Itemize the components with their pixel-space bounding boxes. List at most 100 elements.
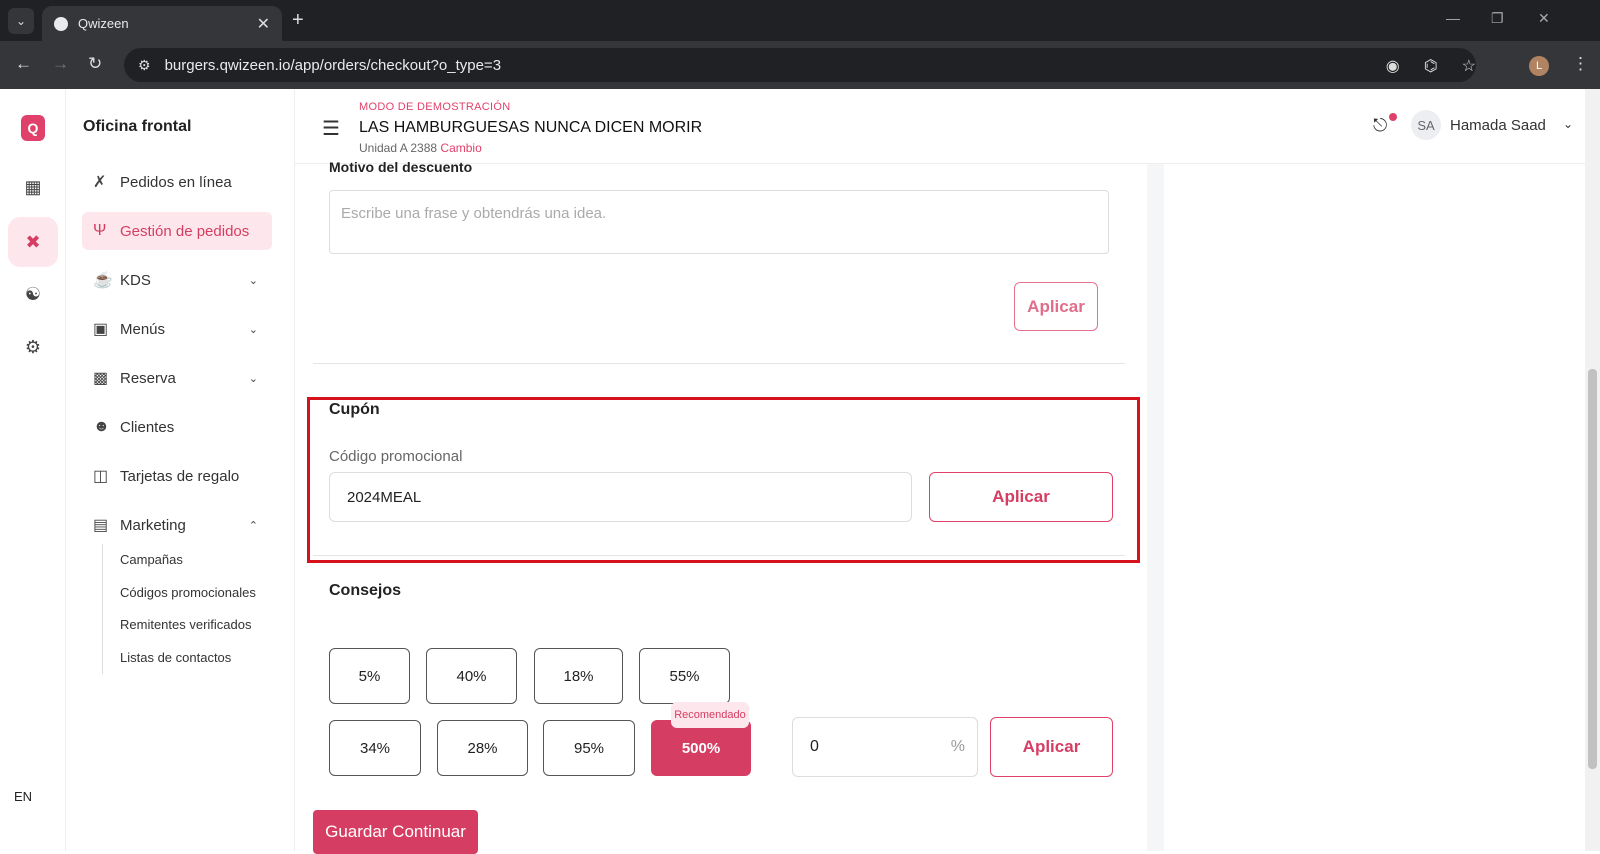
sidebar-item-online-orders[interactable]: ✗ Pedidos en línea	[82, 163, 272, 201]
demo-mode-label: MODO DE DEMOSTRACIÓN	[359, 101, 511, 113]
discount-apply-button[interactable]: Aplicar	[1014, 282, 1098, 331]
notification-badge	[1389, 113, 1397, 121]
table-icon: ▩	[93, 370, 109, 387]
sidebar-item-label: Menús	[120, 320, 166, 338]
sidebar-item-reservation[interactable]: ▩ Reserva ⌄	[82, 359, 272, 397]
sidebar: Oficina frontal ✗ Pedidos en línea Ψ Ges…	[66, 89, 295, 851]
sidebar-item-marketing[interactable]: ▤ Marketing ⌃	[82, 506, 272, 544]
chevron-down-icon[interactable]: ⌄	[1563, 117, 1573, 131]
chevron-down-icon: ⌄	[248, 323, 258, 336]
hamburger-menu-icon[interactable]: ☰	[322, 116, 340, 141]
submenu-promo-codes[interactable]: Códigos promocionales	[120, 585, 256, 600]
store-name: LAS HAMBURGUESAS NUNCA DICEN MORIR	[359, 119, 703, 136]
sidebar-item-kds[interactable]: ☕ KDS ⌄	[82, 261, 272, 299]
submenu-line	[102, 544, 103, 674]
sidebar-item-label: Marketing	[120, 516, 186, 534]
save-continue-button[interactable]: Guardar Continuar	[313, 810, 478, 854]
chevron-down-icon: ⌄	[248, 372, 258, 385]
sidebar-item-label: Reserva	[120, 369, 176, 387]
reload-icon[interactable]: ↻	[88, 54, 102, 74]
minimize-icon[interactable]: —	[1446, 10, 1460, 26]
tip-option[interactable]: 28%	[437, 720, 528, 776]
new-tab-button[interactable]: +	[292, 9, 304, 32]
submenu-contact-lists[interactable]: Listas de contactos	[120, 650, 231, 665]
chevron-up-icon: ⌃	[248, 519, 258, 532]
profile-avatar[interactable]: L	[1529, 56, 1549, 76]
chevron-down-icon: ⌄	[248, 274, 258, 287]
coupon-title: Cupón	[329, 401, 380, 418]
back-icon[interactable]: ←	[15, 54, 32, 74]
tip-option[interactable]: 18%	[534, 648, 623, 704]
forward-icon[interactable]: →	[52, 54, 69, 74]
tab-search-button[interactable]: ⌄	[8, 8, 34, 34]
tip-option[interactable]: 95%	[543, 720, 635, 776]
divider	[313, 363, 1125, 364]
checkout-panel: Motivo del descuento Escribe una frase y…	[295, 159, 1147, 854]
custom-tip-input[interactable]: 0 %	[792, 717, 978, 777]
tip-option[interactable]: 5%	[329, 648, 410, 704]
dashboard-icon[interactable]: ▦	[18, 172, 48, 202]
panel-gutter	[1147, 164, 1164, 851]
cutlery-cross-icon: ✗	[93, 174, 107, 191]
top-header: ☰ MODO DE DEMOSTRACIÓN LAS HAMBURGUESAS …	[295, 89, 1585, 164]
sidebar-item-gift-cards[interactable]: ◫ Tarjetas de regalo	[82, 457, 272, 495]
sidebar-item-customers[interactable]: ☻ Clientes	[82, 408, 272, 446]
address-bar[interactable]: ⚙ burgers.qwizeen.io/app/orders/checkout…	[124, 48, 1476, 82]
orders-icon[interactable]: ✖	[18, 227, 48, 257]
discount-reason-label: Motivo del descuento	[329, 159, 473, 175]
network-icon[interactable]: ☯	[18, 279, 48, 309]
change-store-link[interactable]: Cambio	[440, 141, 481, 155]
sidebar-item-label: Gestión de pedidos	[120, 222, 250, 240]
close-tab-icon[interactable]: ✕	[257, 14, 270, 34]
app-logo[interactable]: Q	[21, 115, 45, 141]
tip-option[interactable]: 40%	[426, 648, 517, 704]
icon-rail: Q ▦ ✖ ☯ ⚙ EN	[0, 89, 66, 851]
browser-toolbar: ← → ↻ ⚙ burgers.qwizeen.io/app/orders/ch…	[0, 41, 1600, 89]
discount-reason-textarea[interactable]: Escribe una frase y obtendrás una idea.	[329, 190, 1109, 254]
coupon-apply-button[interactable]: Aplicar	[929, 472, 1113, 522]
user-name[interactable]: Hamada Saad	[1450, 117, 1546, 134]
browser-menu-icon[interactable]: ⋮	[1572, 54, 1589, 74]
site-info-icon[interactable]: ⚙	[138, 57, 151, 74]
favicon-icon	[54, 16, 68, 31]
bookmark-star-icon[interactable]: ☆	[1462, 56, 1476, 76]
tip-option[interactable]: 55%	[639, 648, 730, 704]
users-icon: ☻	[93, 418, 110, 435]
summary-panel	[1164, 164, 1585, 851]
user-avatar[interactable]: SA	[1411, 110, 1441, 140]
url-text: burgers.qwizeen.io/app/orders/checkout?o…	[164, 56, 502, 74]
sidebar-item-order-management[interactable]: Ψ Gestión de pedidos	[82, 212, 272, 250]
tips-title: Consejos	[329, 582, 402, 599]
eye-off-icon[interactable]: ◉	[1386, 56, 1400, 76]
promo-code-input[interactable]: 2024MEAL	[329, 472, 912, 522]
promo-code-label: Código promocional	[329, 448, 463, 465]
tip-option[interactable]: 34%	[329, 720, 421, 776]
sidebar-item-label: Tarjetas de regalo	[120, 467, 240, 485]
store-unit: Unidad A 2388 Cambio	[359, 141, 482, 155]
settings-icon[interactable]: ⚙	[18, 332, 48, 362]
notifications-off-icon[interactable]: ⎋	[1373, 115, 1387, 136]
tab-title: Qwizeen	[78, 16, 129, 31]
grid-icon: ▣	[93, 321, 109, 338]
language-switch[interactable]: EN	[14, 789, 32, 804]
tip-apply-button[interactable]: Aplicar	[990, 717, 1113, 777]
browser-tab[interactable]: Qwizeen ✕	[42, 6, 282, 41]
chart-icon: ▤	[93, 517, 109, 534]
submenu-verified-senders[interactable]: Remitentes verificados	[120, 617, 252, 632]
sidebar-item-menus[interactable]: ▣ Menús ⌄	[82, 310, 272, 348]
fork-knife-icon: Ψ	[93, 222, 107, 239]
scrollbar-thumb[interactable]	[1588, 369, 1597, 769]
browser-tabstrip: ⌄ Qwizeen ✕ + — ❐ ✕	[0, 0, 1600, 41]
divider	[313, 555, 1125, 556]
close-window-icon[interactable]: ✕	[1538, 10, 1550, 27]
gift-icon: ◫	[93, 468, 109, 485]
percent-suffix: %	[950, 738, 965, 755]
translate-icon[interactable]: ⌬	[1424, 56, 1438, 76]
page-scrollbar[interactable]	[1585, 89, 1600, 851]
submenu-campaigns[interactable]: Campañas	[120, 552, 183, 567]
restore-icon[interactable]: ❐	[1491, 10, 1504, 27]
recommended-badge: Recomendado	[671, 702, 749, 728]
unit-text: Unidad A 2388	[359, 141, 438, 155]
tip-option-selected[interactable]: 500%	[651, 720, 751, 776]
sidebar-item-label: Pedidos en línea	[120, 173, 232, 191]
